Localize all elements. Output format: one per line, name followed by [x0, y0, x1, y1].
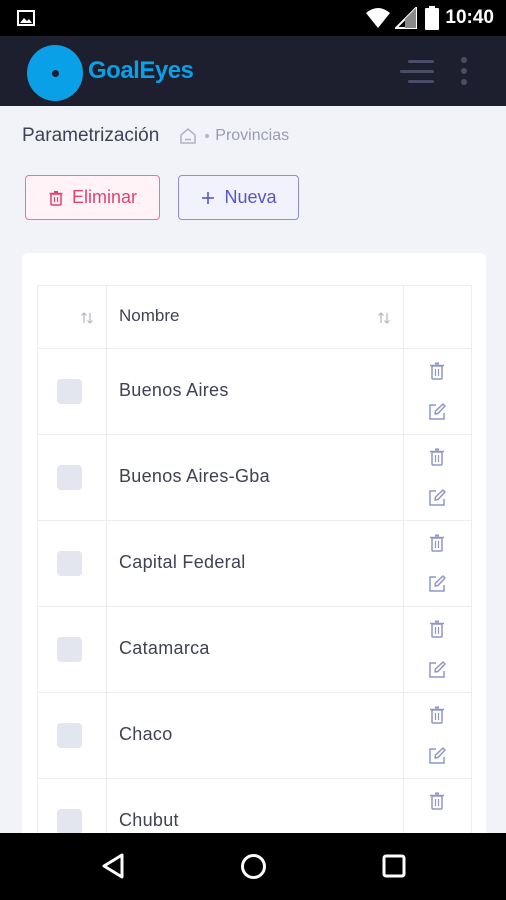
sort-icon[interactable]	[80, 312, 94, 324]
actions-column-header	[404, 286, 472, 348]
table-row: Buenos Aires	[38, 349, 471, 435]
delete-button-label: Eliminar	[71, 187, 137, 207]
row-checkbox[interactable]	[57, 551, 82, 576]
signal-icon	[395, 7, 418, 29]
province-name: Chubut	[119, 810, 179, 830]
province-name: Catamarca	[119, 638, 210, 658]
table-row: Capital Federal	[38, 521, 471, 607]
table-row: Buenos Aires-Gba	[38, 435, 471, 521]
select-cell	[38, 693, 107, 778]
brand-name: GoalEyes	[88, 57, 194, 84]
name-cell: Buenos Aires-Gba	[107, 435, 404, 520]
select-column-header[interactable]	[38, 286, 107, 348]
province-name: Chaco	[119, 724, 173, 744]
actions-cell	[404, 435, 472, 520]
name-cell: Catamarca	[107, 607, 404, 692]
actions-cell	[404, 693, 472, 778]
page-title: Parametrización	[22, 125, 160, 146]
provinces-table: Nombre Buenos Aires Buenos Aires-Gba Capit…	[37, 285, 472, 865]
breadcrumb: Parametrización Provincias	[22, 124, 289, 148]
trash-icon[interactable]	[428, 361, 446, 381]
edit-icon[interactable]	[428, 747, 446, 765]
new-button[interactable]: Nueva	[178, 175, 299, 220]
row-checkbox[interactable]	[57, 637, 82, 662]
home-icon[interactable]	[179, 127, 197, 145]
delete-button[interactable]: Eliminar	[25, 175, 160, 220]
plus-icon	[202, 191, 215, 204]
select-cell	[38, 435, 107, 520]
logo	[27, 45, 83, 101]
navigation-bar	[0, 833, 506, 900]
edit-icon[interactable]	[428, 575, 446, 593]
status-bar: 10:40	[0, 0, 506, 36]
edit-icon[interactable]	[428, 403, 446, 421]
logo-dot	[52, 70, 59, 77]
table-body: Buenos Aires Buenos Aires-Gba Capital Fede…	[38, 349, 471, 865]
recents-icon[interactable]	[382, 854, 406, 878]
select-cell	[38, 349, 107, 434]
table-row: Catamarca	[38, 607, 471, 693]
province-name: Buenos Aires	[119, 380, 229, 400]
name-cell: Capital Federal	[107, 521, 404, 606]
breadcrumb-item-provincias[interactable]: Provincias	[215, 127, 289, 145]
column-header-nombre: Nombre	[119, 306, 180, 325]
breadcrumb-separator	[205, 134, 210, 138]
new-button-label: Nueva	[224, 187, 277, 207]
select-cell	[38, 521, 107, 606]
province-name: Capital Federal	[119, 552, 246, 572]
clock: 10:40	[445, 7, 494, 28]
row-checkbox[interactable]	[57, 379, 82, 404]
app-header: GoalEyes	[0, 36, 506, 106]
battery-icon	[425, 6, 440, 30]
actions-cell	[404, 521, 472, 606]
trash-icon[interactable]	[428, 533, 446, 553]
wifi-icon	[366, 8, 391, 28]
row-checkbox[interactable]	[57, 723, 82, 748]
trash-icon	[49, 190, 63, 206]
table-row: Chaco	[38, 693, 471, 779]
trash-icon[interactable]	[428, 705, 446, 725]
table-header: Nombre	[38, 285, 471, 349]
image-icon	[17, 10, 35, 26]
row-checkbox[interactable]	[57, 809, 82, 834]
select-cell	[38, 607, 107, 692]
edit-icon[interactable]	[428, 661, 446, 679]
name-cell: Chaco	[107, 693, 404, 778]
name-cell: Buenos Aires	[107, 349, 404, 434]
trash-icon[interactable]	[428, 791, 446, 811]
menu-icon[interactable]	[400, 58, 436, 86]
home-button-icon[interactable]	[240, 853, 267, 880]
name-column-header[interactable]: Nombre	[107, 286, 404, 348]
sort-icon[interactable]	[377, 312, 391, 324]
actions-cell	[404, 607, 472, 692]
province-name: Buenos Aires-Gba	[119, 466, 270, 486]
trash-icon[interactable]	[428, 619, 446, 639]
more-options-icon[interactable]	[459, 56, 469, 86]
trash-icon[interactable]	[428, 447, 446, 467]
back-icon[interactable]	[100, 852, 126, 880]
actions-cell	[404, 349, 472, 434]
row-checkbox[interactable]	[57, 465, 82, 490]
edit-icon[interactable]	[428, 489, 446, 507]
